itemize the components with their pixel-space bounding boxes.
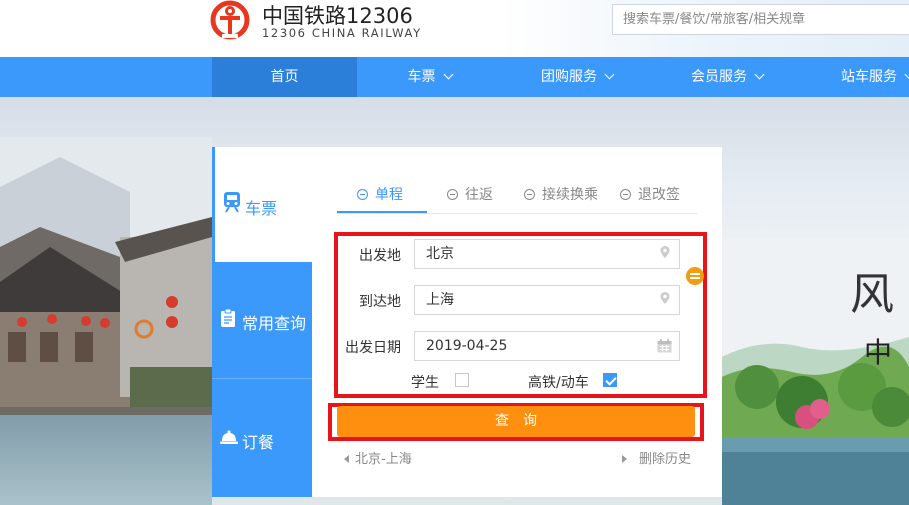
banner-title-char: 风 — [850, 269, 894, 320]
student-label: 学生 — [411, 375, 439, 391]
query-button[interactable]: 查 询 — [337, 406, 695, 437]
ticket-query-panel: 单程 往返 接续换乘 退改签 出发地 北京 到达地 上海 出发日期 2019-0… — [312, 147, 722, 497]
clipboard-icon — [221, 308, 235, 327]
delete-history-label: 删除历史 — [639, 452, 692, 467]
tab-round-trip[interactable]: 往返 — [447, 183, 493, 213]
from-station-value: 北京 — [426, 246, 454, 262]
date-label: 出发日期 — [345, 340, 401, 356]
highspeed-label: 高铁/动车 — [528, 375, 589, 391]
banner-sub-char: 中 — [864, 336, 893, 369]
location-pin-icon — [660, 292, 670, 304]
from-label: 出发地 — [359, 248, 401, 264]
side-tab-order-meal[interactable]: 订餐 — [212, 379, 312, 497]
side-tab-tickets[interactable]: 车票 — [212, 147, 312, 262]
history-route: 北京-上海 — [355, 452, 412, 467]
to-label: 到达地 — [359, 294, 401, 310]
departure-date-input[interactable]: 2019-04-25 — [414, 331, 680, 361]
tab-one-way[interactable]: 单程 — [337, 183, 427, 213]
side-tab-common-query[interactable]: 常用查询 — [212, 262, 312, 379]
to-station-input[interactable]: 上海 — [414, 285, 680, 315]
tab-transfer[interactable]: 接续换乘 — [524, 183, 598, 213]
railway-logo-icon — [210, 0, 250, 40]
nav-label: 车票 — [407, 69, 436, 85]
nav-item-home[interactable]: 首页 — [212, 57, 357, 97]
nav-item-member-service[interactable]: 会员服务 — [652, 57, 802, 97]
caret-left-icon — [344, 455, 349, 463]
nav-label: 站车服务 — [841, 69, 897, 85]
nav-label: 团购服务 — [541, 69, 597, 85]
to-station-value: 上海 — [426, 292, 454, 308]
logo-text-en: 12306 CHINA RAILWAY — [262, 26, 422, 40]
food-cloche-icon — [220, 430, 238, 444]
side-tab-label: 常用查询 — [242, 314, 307, 333]
minus-circle-icon — [357, 189, 368, 200]
equal-circle-icon — [447, 189, 458, 200]
main-nav: 首页 车票 团购服务 会员服务 站车服务 — [0, 57, 909, 97]
caret-right-icon — [622, 455, 627, 463]
query-form-highlight: 出发地 北京 到达地 上海 出发日期 2019-04-25 学生 高铁/动车 — [334, 232, 707, 398]
departure-date-value: 2019-04-25 — [426, 338, 508, 354]
tab-label: 接续换乘 — [542, 187, 598, 203]
calendar-icon — [657, 339, 672, 353]
nav-item-station-service[interactable]: 站车服务 — [802, 57, 909, 97]
nav-item-group-service[interactable]: 团购服务 — [502, 57, 652, 97]
nav-item-tickets[interactable]: 车票 — [357, 57, 502, 97]
tab-label: 往返 — [465, 187, 493, 203]
chevron-down-icon — [443, 69, 453, 80]
transfer-circle-icon — [524, 189, 535, 200]
nav-label: 首页 — [270, 69, 299, 85]
location-pin-icon — [660, 246, 670, 258]
history-item[interactable]: 北京-上海 — [344, 448, 412, 467]
tab-label: 单程 — [375, 187, 403, 203]
trip-type-tabs: 单程 往返 接续换乘 退改签 — [337, 183, 697, 214]
highspeed-checkbox[interactable] — [603, 373, 617, 387]
search-box[interactable] — [612, 4, 909, 35]
tab-refund-change[interactable]: 退改签 — [620, 183, 680, 213]
refund-circle-icon — [620, 189, 631, 200]
chevron-down-icon — [904, 69, 909, 80]
chevron-down-icon — [604, 69, 615, 80]
search-input[interactable] — [613, 5, 909, 34]
water-town-scene-image — [0, 137, 212, 505]
booking-side-tabs: 车票 常用查询 订餐 — [212, 147, 312, 497]
train-icon — [224, 192, 240, 213]
delete-history-button[interactable]: 删除历史 — [622, 448, 691, 467]
side-tab-label: 订餐 — [242, 433, 275, 452]
tab-label: 退改签 — [638, 187, 680, 203]
student-checkbox[interactable] — [455, 373, 469, 387]
swap-stations-icon[interactable] — [686, 267, 704, 285]
side-tab-label: 车票 — [245, 199, 278, 218]
from-station-input[interactable]: 北京 — [414, 239, 680, 269]
nav-label: 会员服务 — [691, 69, 747, 85]
site-header: 中国铁路12306 12306 CHINA RAILWAY — [0, 0, 909, 57]
chevron-down-icon — [754, 69, 765, 80]
